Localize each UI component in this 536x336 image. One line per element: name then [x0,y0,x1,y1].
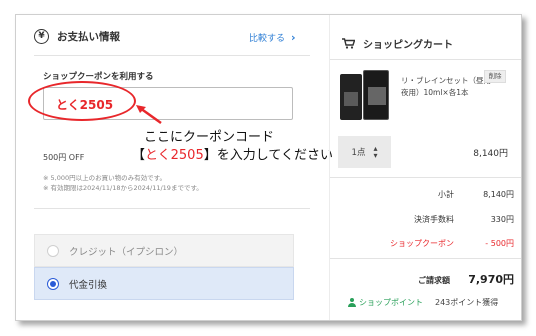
annotation-line1: ここにクーポンコード [144,130,275,145]
payment-title: お支払い情報 [57,31,120,43]
compare-link-label: 比較する [249,34,286,44]
divider [330,258,521,259]
subtotal-label: 小計 [438,190,454,199]
bottle-image [340,74,362,120]
subtotal-value: 8,140円 [483,190,514,199]
quantity-select[interactable]: 1点 ▴ ▾ [338,136,391,168]
divider [34,208,310,209]
checkout-panel: ¥ お支払い情報 比較する › ショップクーポンを利用する とく2505 500… [15,14,522,321]
up-down-arrows-icon: ▴ ▾ [373,144,378,160]
coupon-discount-value: - 500円 [485,239,514,248]
total-value: 7,970円 [468,273,514,286]
subtotal-row: 小計 8,140円 [330,189,514,200]
highlight-circle [28,81,136,121]
coupon-discount-label: ショップクーポン [390,239,454,248]
payment-header: ¥ お支払い情報 [34,29,120,44]
delete-button[interactable]: 削除 [484,70,506,83]
compare-link[interactable]: 比較する › [249,31,296,44]
person-icon [348,298,356,307]
points-row: ショップポイント 243ポイント獲得 [348,297,498,308]
annotation-instruction: 】を入力してください [203,148,333,163]
annotation-arrow-icon [136,105,162,125]
cart-title: ショッピングカート [363,40,453,51]
annotation-line2: 【とく2505】を入力してください [132,144,333,163]
product-image [338,68,390,123]
divider [34,55,310,56]
box-label [368,87,386,105]
annotation-code: とく2505 [145,148,204,163]
quantity-value: 1点 [351,148,366,158]
divider [330,59,521,60]
cart-section: ショッピングカート リ・ブレインセット（昼用・夜用）10ml×各1本 削除 1点… [329,15,521,320]
payment-option-label: 代金引換 [69,279,108,291]
fee-value: 330円 [490,215,514,224]
fee-row: 決済手数料 330円 [330,214,514,225]
points-value: 243ポイント獲得 [435,298,499,307]
coupon-row: ショップクーポン - 500円 [330,238,514,249]
payment-option-cod[interactable]: 代金引換 [34,267,294,300]
payment-option-label: クレジット（イプシロン） [69,246,184,258]
coupon-label: ショップクーポンを利用する [43,72,154,82]
divider [330,177,521,178]
coupon-note-minimum: ※ 5,000円以上のお買い物のみ有効です。 [43,174,166,182]
annotation-bracket-open: 【 [132,148,146,163]
coupon-note-validity: ※ 有効期限は2024/11/18から2024/11/19までです。 [43,184,203,192]
item-price: 8,140円 [473,149,508,159]
radio-button[interactable] [47,244,59,257]
total-row: ご請求額 7,970円 [330,271,514,287]
cart-icon [342,38,355,49]
box-image [363,70,389,120]
chevron-right-icon: › [291,31,296,44]
points-label: ショップポイント [359,298,423,307]
fee-label: 決済手数料 [414,215,454,224]
radio-button-selected[interactable] [47,277,59,290]
payment-section: ¥ お支払い情報 比較する › ショップクーポンを利用する とく2505 500… [16,15,333,320]
total-label: ご請求額 [418,276,450,285]
yen-circle-icon: ¥ [34,29,49,44]
payment-option-credit[interactable]: クレジット（イプシロン） [34,234,294,267]
coupon-discount-text: 500円 OFF [43,153,85,162]
cart-header: ショッピングカート [342,36,453,51]
bottle-label [344,92,358,106]
